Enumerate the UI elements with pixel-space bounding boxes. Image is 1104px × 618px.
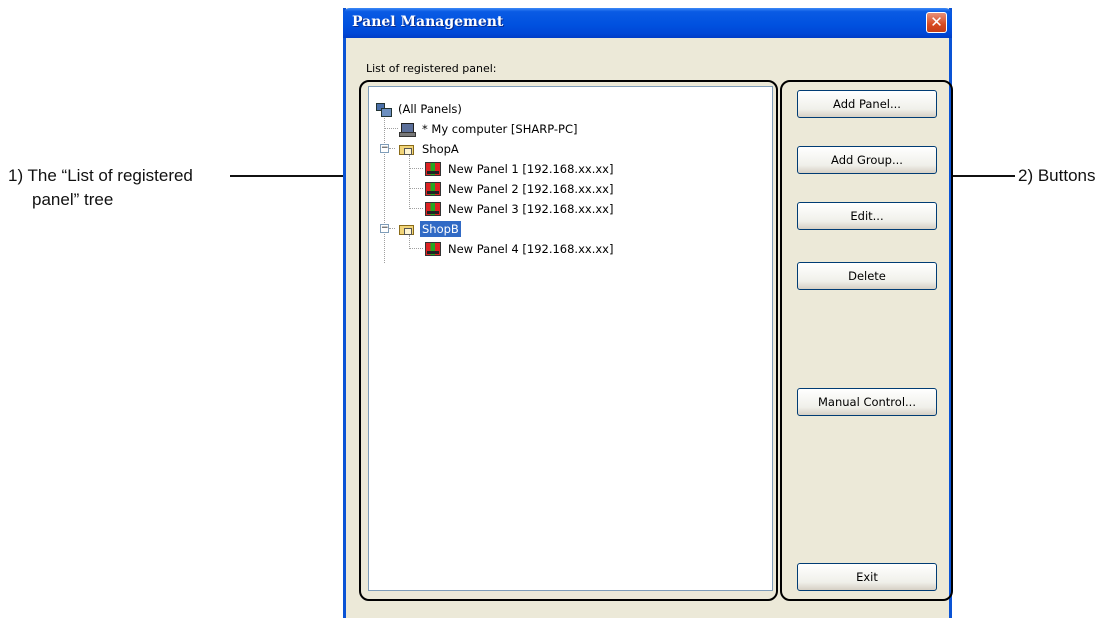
close-button[interactable]: ✕ [926, 12, 947, 33]
dialog-title: Panel Management [352, 14, 504, 30]
title-bar[interactable]: Panel Management ✕ [343, 8, 952, 38]
callout-buttons-label: 2) Buttons [1018, 166, 1096, 185]
callout-tree-line1: 1) The “List of registered [8, 166, 193, 185]
buttons-highlight-outline [780, 80, 953, 601]
callout-buttons-leader [951, 175, 1015, 177]
close-icon: ✕ [930, 13, 943, 31]
tree-highlight-outline [359, 80, 778, 601]
list-label: List of registered panel: [366, 62, 497, 75]
callout-tree-label: 1) The “List of registered panel” tree [8, 164, 193, 212]
callout-tree-line2: panel” tree [32, 190, 114, 209]
